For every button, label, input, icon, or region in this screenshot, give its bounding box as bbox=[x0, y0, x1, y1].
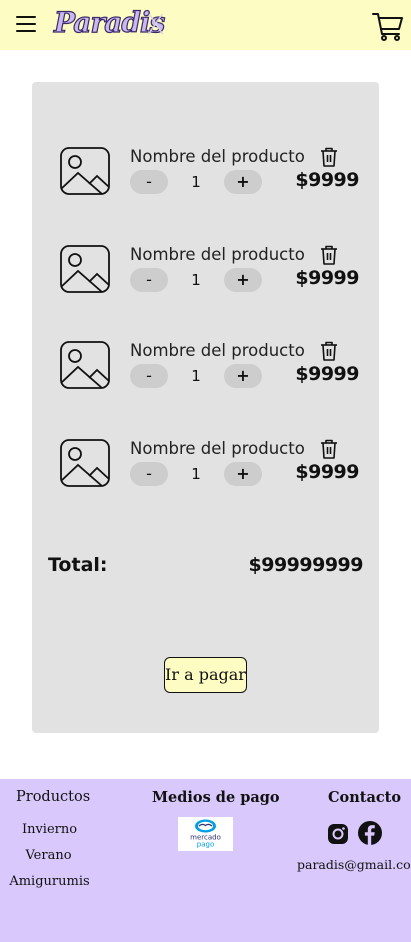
decrease-quantity-button[interactable]: - bbox=[130, 268, 168, 292]
hamburger-menu-icon[interactable] bbox=[16, 14, 36, 34]
trash-icon[interactable] bbox=[319, 245, 339, 265]
decrease-quantity-button[interactable]: - bbox=[130, 170, 168, 194]
image-placeholder-icon bbox=[60, 245, 110, 293]
mercadopago-logo-line2: pago bbox=[197, 841, 214, 849]
product-price: $9999 bbox=[295, 267, 359, 289]
trash-icon[interactable] bbox=[319, 147, 339, 167]
product-name: Nombre del producto bbox=[130, 245, 305, 264]
contact-email[interactable]: paradis@gmail.com bbox=[297, 857, 411, 872]
cart-item: Nombre del producto - 1 + $9999 bbox=[32, 341, 379, 401]
mercadopago-logo: mercado pago bbox=[178, 817, 233, 851]
trash-icon[interactable] bbox=[319, 439, 339, 459]
payment-methods-title: Medios de pago bbox=[152, 789, 280, 806]
footer-link-verano[interactable]: Verano bbox=[0, 848, 97, 863]
quantity-value: 1 bbox=[191, 271, 201, 289]
product-price: $9999 bbox=[295, 363, 359, 385]
quantity-value: 1 bbox=[191, 465, 201, 483]
product-name: Nombre del producto bbox=[130, 147, 305, 166]
image-placeholder-icon bbox=[60, 147, 110, 195]
logo-x-mark: X bbox=[146, 8, 166, 41]
product-name: Nombre del producto bbox=[130, 341, 305, 360]
product-price: $9999 bbox=[295, 169, 359, 191]
trash-icon[interactable] bbox=[319, 341, 339, 361]
footer-link-amigurumis[interactable]: Amigurumis bbox=[0, 874, 99, 889]
decrease-quantity-button[interactable]: - bbox=[130, 462, 168, 486]
cart-item: Nombre del producto - 1 + $9999 bbox=[32, 147, 379, 207]
increase-quantity-button[interactable]: + bbox=[224, 268, 262, 292]
increase-quantity-button[interactable]: + bbox=[224, 462, 262, 486]
increase-quantity-button[interactable]: + bbox=[224, 170, 262, 194]
quantity-value: 1 bbox=[191, 173, 201, 191]
quantity-value: 1 bbox=[191, 367, 201, 385]
image-placeholder-icon bbox=[60, 341, 110, 389]
checkout-button[interactable]: Ir a pagar bbox=[164, 657, 247, 693]
instagram-icon[interactable] bbox=[327, 823, 349, 845]
product-name: Nombre del producto bbox=[130, 439, 305, 458]
contact-title: Contacto bbox=[328, 789, 402, 806]
shopping-cart-icon[interactable] bbox=[372, 10, 404, 42]
products-title: Productos bbox=[16, 789, 91, 805]
cart-item: Nombre del producto - 1 + $9999 bbox=[32, 245, 379, 305]
facebook-icon[interactable] bbox=[358, 821, 382, 845]
image-placeholder-icon bbox=[60, 439, 110, 487]
increase-quantity-button[interactable]: + bbox=[224, 364, 262, 388]
total-value: $99999999 bbox=[248, 554, 364, 576]
footer-link-invierno[interactable]: Invierno bbox=[0, 822, 99, 837]
product-price: $9999 bbox=[295, 461, 359, 483]
total-label: Total: bbox=[48, 554, 108, 576]
cart-panel: Nombre del producto - 1 + $9999 Nombre d… bbox=[32, 82, 379, 733]
site-footer: Productos Invierno Verano Amigurumis Med… bbox=[0, 779, 411, 942]
top-header: Paradis X bbox=[0, 0, 411, 50]
cart-item: Nombre del producto - 1 + $9999 bbox=[32, 439, 379, 499]
decrease-quantity-button[interactable]: - bbox=[130, 364, 168, 388]
